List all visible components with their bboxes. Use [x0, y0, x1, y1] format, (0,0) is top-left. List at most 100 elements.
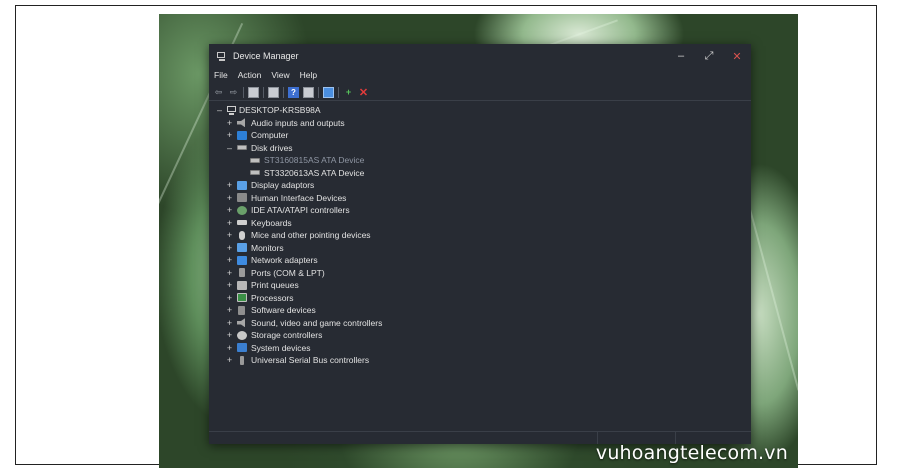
tree-item-computer[interactable]: + Computer: [225, 129, 382, 142]
tree-item-disk-drives[interactable]: – Disk drives: [225, 142, 382, 155]
ide-icon: [237, 205, 247, 215]
expand-icon[interactable]: +: [225, 305, 234, 315]
tree-item-label: Ports (COM & LPT): [251, 267, 325, 278]
device-manager-window: Device Manager – ⤢ ✕ File Action View He…: [209, 44, 751, 444]
tree-item-label: Disk drives: [251, 142, 293, 153]
expand-icon[interactable]: +: [225, 230, 234, 240]
tree-item-system[interactable]: + System devices: [225, 342, 382, 355]
tree-item-sound[interactable]: + Sound, video and game controllers: [225, 317, 383, 330]
menu-bar: File Action View Help: [209, 68, 751, 82]
maximize-button[interactable]: ⤢: [695, 44, 723, 68]
tree-item-label: Audio inputs and outputs: [251, 117, 345, 128]
processor-icon: [237, 293, 247, 303]
expand-icon[interactable]: +: [225, 218, 234, 228]
keyboard-icon: [237, 220, 247, 226]
tree-item-mice[interactable]: + Mice and other pointing devices: [225, 229, 382, 242]
tree-item-software[interactable]: + Software devices: [225, 304, 382, 317]
expand-icon[interactable]: +: [225, 193, 234, 203]
mouse-icon: [239, 230, 245, 240]
monitor-icon: [237, 243, 247, 253]
device-manager-icon: [217, 51, 227, 61]
tree-item-label: Keyboards: [251, 217, 292, 228]
expand-icon[interactable]: +: [225, 130, 234, 140]
display-icon: [237, 180, 247, 190]
menu-file[interactable]: File: [214, 70, 228, 80]
update-driver-icon[interactable]: [303, 86, 314, 98]
tree-item-display[interactable]: + Display adaptors: [225, 179, 382, 192]
window-controls: – ⤢ ✕: [667, 44, 751, 68]
image-frame: Device Manager – ⤢ ✕ File Action View He…: [15, 5, 877, 468]
desktop-wallpaper: Device Manager – ⤢ ✕ File Action View He…: [159, 14, 798, 468]
tree-item-ide[interactable]: + IDE ATA/ATAPI controllers: [225, 204, 382, 217]
tree-item-label: Computer: [251, 130, 289, 141]
tree-item-audio[interactable]: + Audio inputs and outputs: [225, 117, 382, 130]
expand-icon[interactable]: +: [225, 293, 234, 303]
add-driver-icon[interactable]: +: [343, 87, 354, 98]
tree-item-hid[interactable]: + Human Interface Devices: [225, 192, 382, 205]
expand-icon[interactable]: +: [225, 205, 234, 215]
tree-item-processors[interactable]: + Processors: [225, 292, 382, 305]
tree-root[interactable]: – DESKTOP-KRSB98A: [215, 104, 382, 117]
toolbar-separator: [243, 86, 244, 98]
minimize-button[interactable]: –: [667, 44, 695, 68]
tree-item-label: Network adapters: [251, 255, 318, 266]
tree-item-label: Monitors: [251, 242, 284, 253]
tree-item-network[interactable]: + Network adapters: [225, 254, 382, 267]
expand-icon[interactable]: +: [225, 318, 234, 328]
software-icon: [238, 305, 245, 315]
tree-item-label: Mice and other pointing devices: [251, 230, 371, 241]
network-icon: [237, 255, 247, 265]
tree-item-disk-2[interactable]: ST3320613AS ATA Device: [247, 167, 382, 180]
menu-view[interactable]: View: [271, 70, 289, 80]
title-bar[interactable]: Device Manager – ⤢ ✕: [209, 44, 751, 68]
show-hidden-icon[interactable]: [268, 86, 279, 98]
expand-icon[interactable]: +: [225, 255, 234, 265]
toolbar: ⇦ ⇨ ? + ✕: [209, 84, 751, 101]
storage-icon: [237, 330, 247, 340]
disk-drive-children: ST3160815AS ATA Device ST3320613AS ATA D…: [225, 154, 382, 179]
window-title: Device Manager: [233, 51, 299, 61]
tree-item-label: Sound, video and game controllers: [251, 317, 383, 328]
disk-icon: [250, 157, 260, 163]
expand-icon[interactable]: +: [225, 355, 234, 365]
expand-icon[interactable]: +: [225, 330, 234, 340]
root-label: DESKTOP-KRSB98A: [239, 105, 321, 116]
menu-help[interactable]: Help: [300, 70, 317, 80]
tree-item-ports[interactable]: + Ports (COM & LPT): [225, 267, 382, 280]
tree-item-usb[interactable]: + Universal Serial Bus controllers: [225, 354, 382, 367]
collapse-icon[interactable]: –: [215, 105, 224, 115]
toolbar-separator: [318, 86, 319, 98]
watermark: vuhoangtelecom.vn: [595, 442, 788, 464]
forward-arrow-icon[interactable]: ⇨: [228, 87, 239, 98]
properties-icon[interactable]: [248, 86, 259, 98]
tree-item-label: ST3320613AS ATA Device: [264, 167, 365, 178]
expand-icon[interactable]: +: [225, 243, 234, 253]
tree-item-print-queues[interactable]: + Print queues: [225, 279, 382, 292]
collapse-icon[interactable]: –: [225, 143, 234, 153]
ports-icon: [239, 268, 245, 278]
disk-icon: [250, 170, 260, 176]
expand-icon[interactable]: +: [225, 343, 234, 353]
disk-icon: [237, 145, 247, 151]
audio-icon: [237, 118, 245, 128]
expand-icon[interactable]: +: [225, 180, 234, 190]
help-icon[interactable]: ?: [288, 86, 299, 98]
expand-icon[interactable]: +: [225, 118, 234, 128]
tree-item-label: Print queues: [251, 280, 299, 291]
scan-hardware-icon[interactable]: [323, 86, 334, 98]
tree-children: + Audio inputs and outputs + Computer – …: [215, 117, 383, 367]
tree-item-monitors[interactable]: + Monitors: [225, 242, 382, 255]
back-arrow-icon[interactable]: ⇦: [213, 87, 224, 98]
tree-item-disk-1[interactable]: ST3160815AS ATA Device: [247, 154, 382, 167]
tree-item-keyboards[interactable]: + Keyboards: [225, 217, 382, 230]
computer-icon: [227, 105, 236, 115]
expand-icon[interactable]: +: [225, 268, 234, 278]
uninstall-icon[interactable]: ✕: [358, 87, 369, 99]
tree-item-storage[interactable]: + Storage controllers: [225, 329, 382, 342]
menu-action[interactable]: Action: [238, 70, 262, 80]
close-button[interactable]: ✕: [723, 44, 751, 68]
tree-item-label: System devices: [251, 342, 311, 353]
tree-item-label: Display adaptors: [251, 180, 315, 191]
expand-icon[interactable]: +: [225, 280, 234, 290]
toolbar-separator: [263, 86, 264, 98]
